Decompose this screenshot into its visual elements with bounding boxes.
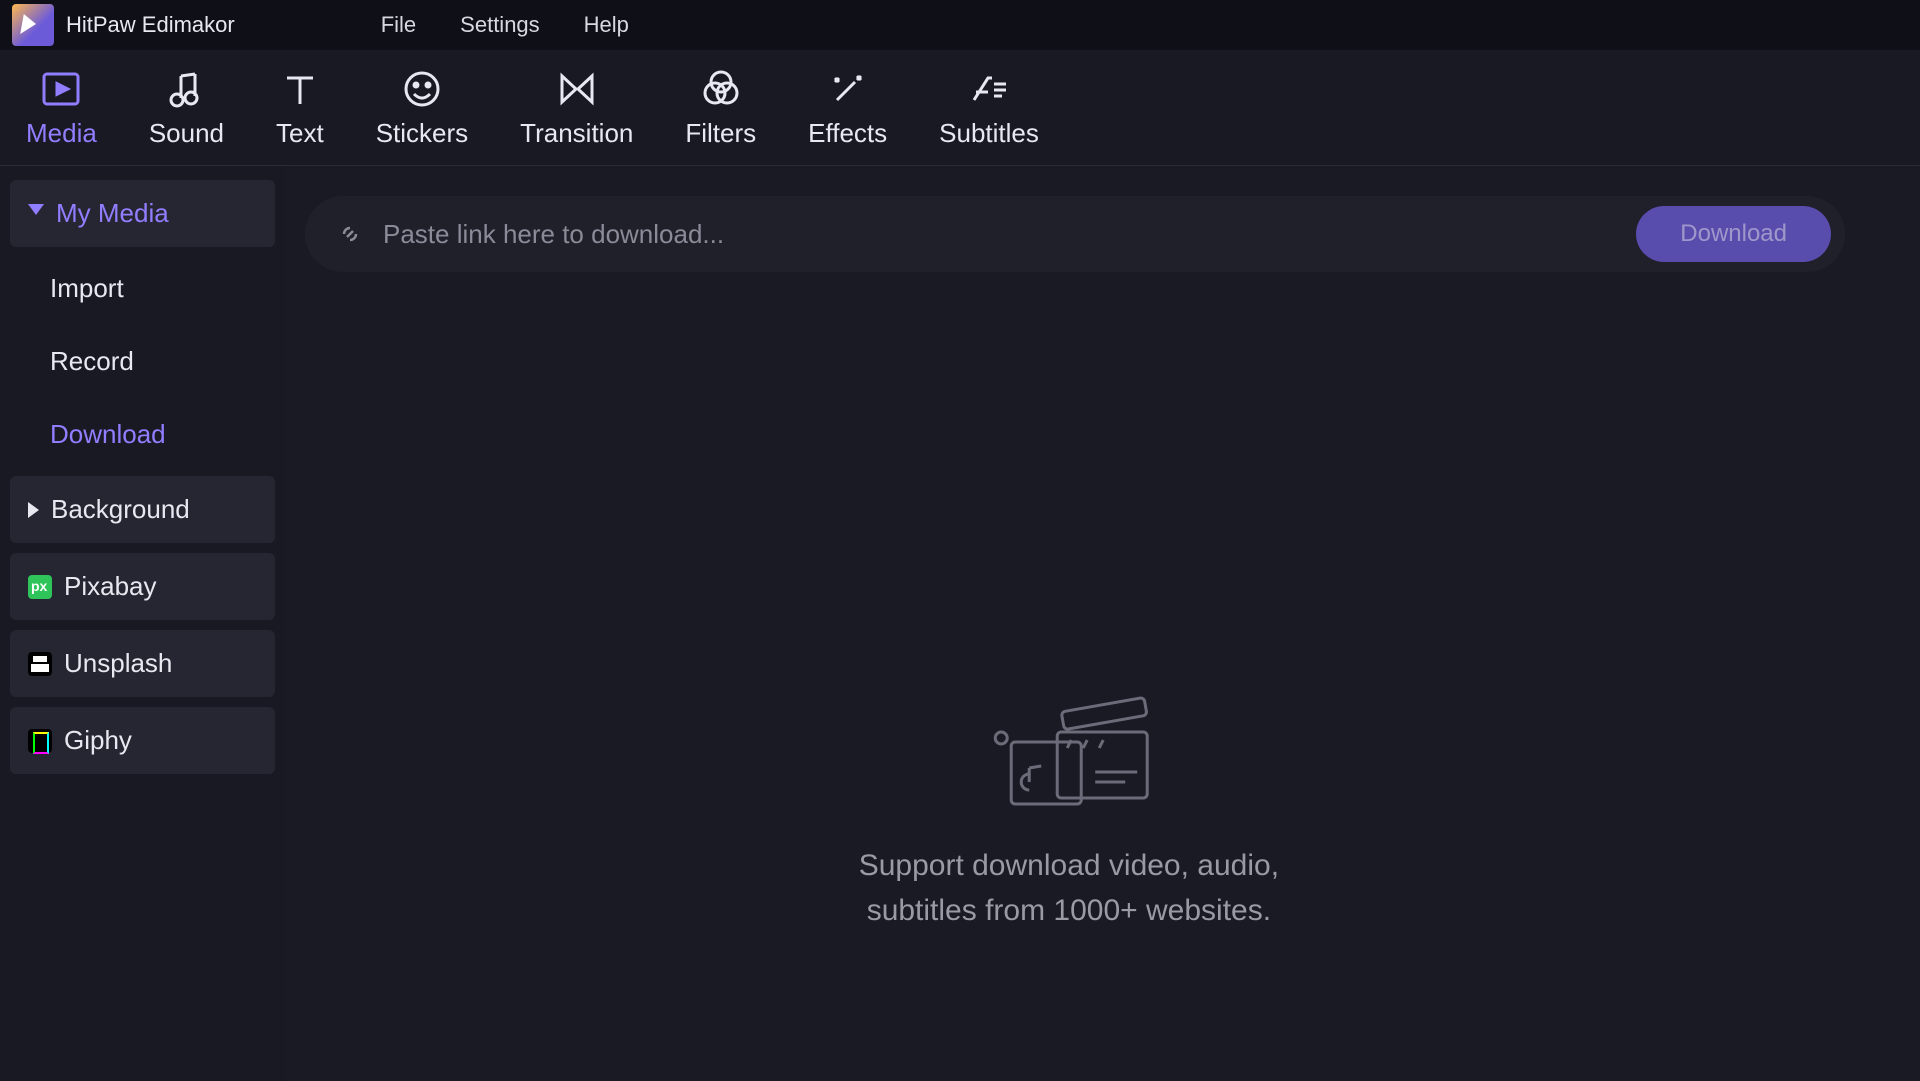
media-clapper-icon	[979, 686, 1159, 821]
download-url-bar: Download	[305, 196, 1845, 272]
download-url-input[interactable]	[383, 219, 1618, 250]
sidebar-label: Pixabay	[64, 571, 157, 602]
tab-sound[interactable]: Sound	[131, 60, 242, 165]
chevron-down-icon	[28, 204, 44, 223]
tab-media[interactable]: Media	[8, 60, 115, 165]
stickers-icon	[401, 68, 443, 110]
tab-label: Sound	[149, 118, 224, 149]
tab-label: Text	[276, 118, 324, 149]
transition-icon	[556, 68, 598, 110]
menu-settings[interactable]: Settings	[442, 6, 558, 44]
tab-label: Effects	[808, 118, 887, 149]
filters-icon	[700, 68, 742, 110]
tab-text[interactable]: Text	[258, 60, 342, 165]
sidebar-label: My Media	[56, 198, 169, 229]
tab-label: Stickers	[376, 118, 468, 149]
empty-state: Support download video, audio, subtitles…	[859, 686, 1279, 933]
workspace: My Media Import Record Download Backgrou…	[0, 166, 1920, 1081]
sidebar-label: Unsplash	[64, 648, 172, 679]
menu-file[interactable]: File	[363, 6, 434, 44]
sidebar-item-import[interactable]: Import	[10, 257, 275, 320]
sidebar-item-pixabay[interactable]: Pixabay	[10, 553, 275, 620]
tab-label: Subtitles	[939, 118, 1039, 149]
effects-icon	[827, 68, 869, 110]
sidebar: My Media Import Record Download Backgrou…	[0, 166, 285, 1081]
titlebar: HitPaw Edimakor File Settings Help	[0, 0, 1920, 50]
tab-label: Transition	[520, 118, 633, 149]
text-icon	[279, 68, 321, 110]
tab-stickers[interactable]: Stickers	[358, 60, 486, 165]
unsplash-icon	[28, 652, 52, 676]
sidebar-item-unsplash[interactable]: Unsplash	[10, 630, 275, 697]
sound-icon	[165, 68, 207, 110]
empty-state-text: Support download video, audio, subtitles…	[859, 843, 1279, 933]
chevron-right-icon	[28, 502, 39, 518]
tab-label: Media	[26, 118, 97, 149]
link-icon	[335, 219, 365, 249]
tab-filters[interactable]: Filters	[667, 60, 774, 165]
tab-subtitles[interactable]: Subtitles	[921, 60, 1057, 165]
tab-transition[interactable]: Transition	[502, 60, 651, 165]
app-logo	[12, 4, 54, 46]
content-panel: Download Support download video, audio, …	[285, 166, 1920, 1081]
sidebar-label: Background	[51, 494, 190, 525]
tab-label: Filters	[685, 118, 756, 149]
app-title: HitPaw Edimakor	[66, 12, 235, 38]
sidebar-item-download[interactable]: Download	[10, 403, 275, 466]
tool-tab-bar: Media Sound Text Stickers	[0, 50, 1920, 166]
sidebar-group-my-media[interactable]: My Media	[10, 180, 275, 247]
media-icon	[40, 68, 82, 110]
menu-help[interactable]: Help	[566, 6, 647, 44]
giphy-icon	[28, 729, 52, 753]
sidebar-label: Giphy	[64, 725, 132, 756]
sidebar-item-giphy[interactable]: Giphy	[10, 707, 275, 774]
subtitles-icon	[968, 68, 1010, 110]
sidebar-item-record[interactable]: Record	[10, 330, 275, 393]
tab-effects[interactable]: Effects	[790, 60, 905, 165]
download-button[interactable]: Download	[1636, 206, 1831, 262]
sidebar-group-background[interactable]: Background	[10, 476, 275, 543]
pixabay-icon	[28, 575, 52, 599]
